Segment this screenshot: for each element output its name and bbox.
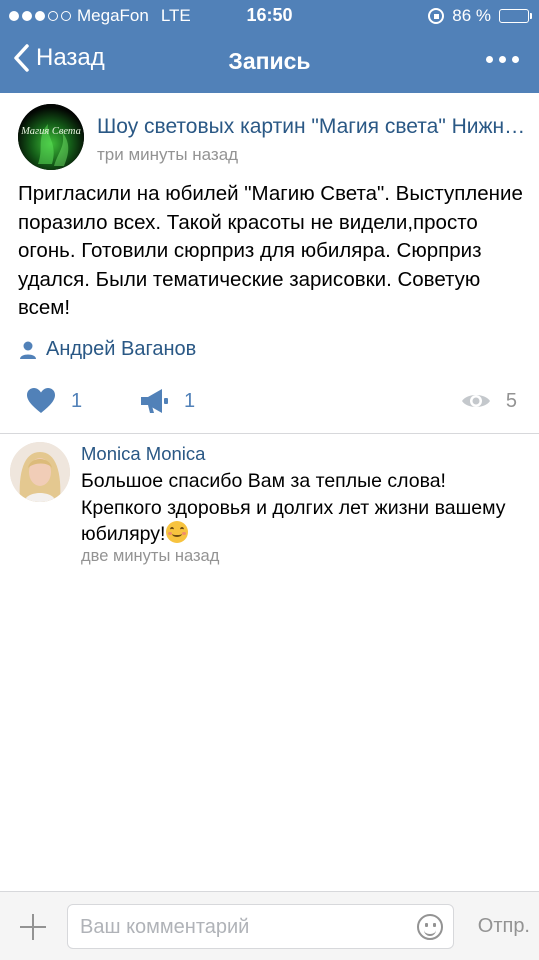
comment-composer: Отпр. [0, 891, 539, 960]
rotation-lock-icon [428, 8, 445, 24]
navigation-bar: Назад Запись [0, 32, 539, 93]
like-count: 1 [71, 389, 83, 412]
more-dot-icon [499, 56, 506, 63]
comment-input[interactable] [80, 911, 400, 943]
more-dot-icon [486, 56, 493, 63]
emoji-picker-icon[interactable] [417, 914, 443, 940]
post-timestamp: три минуты назад [97, 145, 239, 164]
back-label: Назад [36, 44, 105, 71]
battery-icon [499, 9, 532, 23]
post-text: Пригласили на юбилей "Магию Света". Выст… [18, 182, 523, 319]
group-logo-text: Магия Света [20, 126, 81, 137]
views-indicator: 5 [460, 385, 517, 417]
group-name-link[interactable]: Шоу световых картин "Магия света" Нижний… [97, 115, 527, 139]
back-button[interactable]: Назад [12, 43, 105, 73]
comment-text: Большое спасибо Вам за теплые слова! Кре… [81, 470, 506, 545]
attach-plus-icon[interactable] [18, 912, 48, 942]
post-author-link[interactable]: Андрей Ваганов [18, 338, 196, 361]
user-icon [20, 341, 36, 359]
heart-icon [27, 388, 55, 413]
status-right: 86 % [428, 6, 532, 26]
avatar[interactable] [10, 442, 70, 502]
comment-text-block: Большое спасибо Вам за теплые слова! Кре… [81, 468, 521, 548]
more-dot-icon [512, 56, 519, 63]
comment-input-box [67, 904, 454, 949]
header: MegaFon LTE 16:50 86 % Назад Запись [0, 0, 539, 93]
share-button[interactable]: 1 [138, 385, 195, 417]
smiling-emoji-icon [166, 521, 189, 543]
divider [0, 433, 539, 434]
comment-timestamp: две минуты назад [81, 547, 220, 565]
more-options-button[interactable] [486, 56, 519, 63]
commenter-photo [10, 442, 70, 502]
post-header: Магия Света Шоу световых картин "Магия с… [18, 104, 528, 174]
chevron-left-icon [14, 44, 29, 72]
view-count: 5 [505, 389, 517, 412]
group-avatar[interactable]: Магия Света [18, 104, 84, 170]
comment-author-link[interactable]: Monica Monica [81, 443, 205, 465]
eye-icon [461, 395, 490, 407]
share-count: 1 [184, 389, 196, 412]
battery-percent: 86 % [452, 6, 491, 25]
like-button[interactable]: 1 [25, 385, 82, 417]
status-bar: MegaFon LTE 16:50 86 % [0, 0, 539, 32]
post-actions: 1 1 5 [0, 385, 539, 425]
post-author-name: Андрей Ваганов [46, 338, 197, 360]
group-logo-image: Магия Света [18, 104, 84, 170]
send-button[interactable]: Отпр. [478, 915, 530, 938]
megaphone-icon [141, 389, 168, 413]
